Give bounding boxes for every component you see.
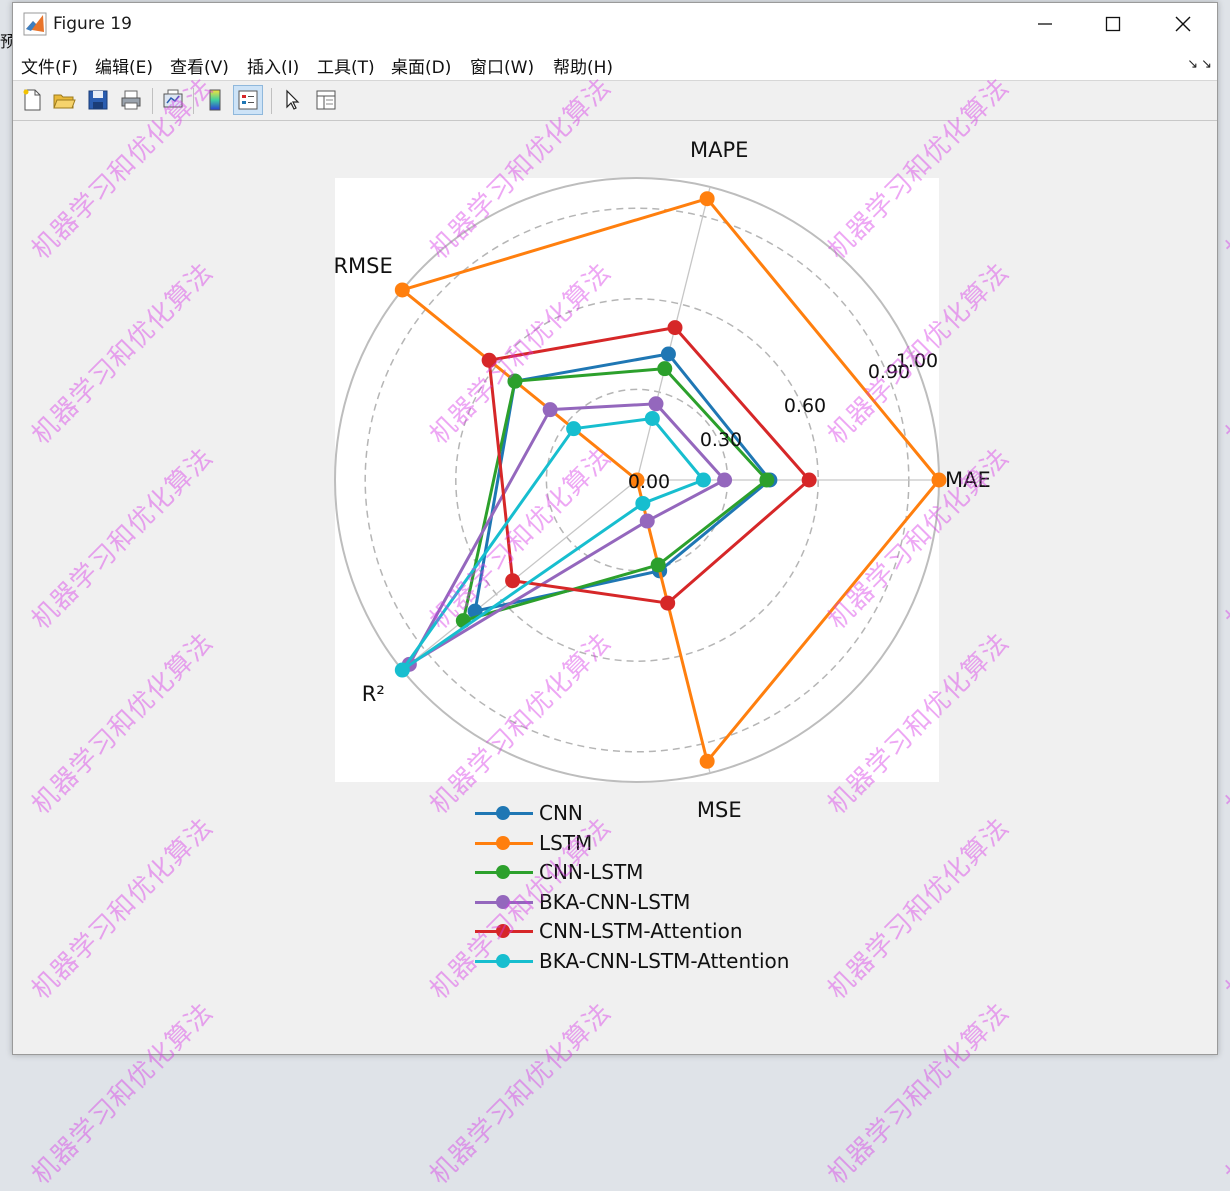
menu-edit[interactable]: 编辑(E): [95, 53, 153, 78]
data-point: [657, 361, 673, 377]
insert-colorbar-button[interactable]: [200, 85, 230, 115]
data-point: [660, 595, 676, 611]
data-point: [394, 282, 410, 298]
menu-window[interactable]: 窗口(W): [470, 53, 534, 78]
insert-legend-icon: [238, 90, 258, 110]
legend-marker: [496, 835, 510, 850]
menu-insert[interactable]: 插入(I): [247, 53, 299, 78]
legend-label: LSTM: [539, 830, 593, 855]
minimize-button[interactable]: [1011, 3, 1079, 45]
data-point: [650, 557, 666, 573]
legend-marker: [496, 894, 510, 909]
save-icon: [88, 90, 108, 110]
window-title: Figure 19: [53, 14, 132, 34]
data-point: [644, 410, 660, 426]
menu-desktop[interactable]: 桌面(D): [391, 53, 451, 78]
menu-view[interactable]: 查看(V): [170, 53, 229, 78]
axis-label: MAE: [945, 468, 991, 492]
data-point: [801, 472, 817, 488]
data-point: [660, 346, 676, 362]
matlab-logo-icon: [23, 12, 47, 36]
maximize-icon: [1105, 16, 1121, 32]
figure-window: Figure 19 文件(F) 编辑(E) 查看(V) 插入(I) 工具(T) …: [12, 2, 1218, 1055]
legend-item-bka-cnn-lstm: BKA-CNN-LSTM: [471, 888, 811, 916]
link-plot-icon: [163, 89, 183, 108]
property-inspector-icon: [316, 90, 336, 110]
radial-tick-label: 0.00: [628, 471, 670, 493]
watermark-text: 机器学习和优化算法: [1220, 72, 1230, 266]
select-pointer-icon: [286, 89, 300, 110]
data-point: [639, 513, 655, 529]
open-file-icon: [53, 94, 76, 109]
menu-help[interactable]: 帮助(H): [553, 53, 613, 78]
data-point: [635, 495, 651, 511]
select-pointer-button[interactable]: [277, 85, 307, 115]
legend-item-cnn: CNN: [471, 799, 811, 827]
data-point: [699, 753, 715, 769]
data-point: [507, 373, 523, 389]
chart-legend[interactable]: CNN LSTM CNN-LSTM BKA-CNN-LSTM CNN-LSTM-: [471, 799, 811, 979]
title-bar[interactable]: Figure 19: [13, 3, 1217, 45]
figure-canvas: 0.00 0.30 0.60 0.90 1.00 MAE MAPE RMSE R² MSE CNN…: [13, 121, 1217, 1054]
print-button[interactable]: [116, 85, 146, 115]
legend-label: CNN-LSTM-Attention: [539, 919, 743, 943]
new-figure-icon: [23, 89, 41, 111]
legend-marker: [496, 865, 510, 879]
menu-bar: 文件(F) 编辑(E) 查看(V) 插入(I) 工具(T) 桌面(D) 窗口(W…: [13, 45, 1217, 81]
legend-label: BKA-CNN-LSTM-Attention: [539, 948, 790, 973]
minimize-icon: [1038, 23, 1052, 25]
background-window-stub: 预: [0, 32, 12, 51]
watermark-text: 机器学习和优化算法: [1220, 997, 1230, 1191]
insert-legend-button[interactable]: [233, 85, 263, 115]
legend-item-lstm: LSTM: [471, 829, 811, 857]
data-point: [699, 191, 715, 207]
legend-item-cnn-lstm-attention: CNN-LSTM-Attention: [471, 917, 811, 945]
radial-tick-label: 1.00: [896, 350, 938, 372]
data-point: [759, 472, 775, 488]
legend-item-cnn-lstm: CNN-LSTM: [471, 858, 811, 886]
figure-toolbar: [13, 81, 1217, 121]
data-point: [695, 472, 711, 488]
watermark-text: 机器学习和优化算法: [1220, 812, 1230, 1006]
menu-file[interactable]: 文件(F): [21, 53, 78, 78]
legend-marker: [496, 806, 510, 820]
save-button[interactable]: [83, 85, 113, 115]
data-point: [648, 396, 664, 412]
open-file-button[interactable]: [49, 85, 79, 115]
data-point: [566, 421, 582, 437]
insert-colorbar-icon: [209, 89, 221, 111]
data-point: [505, 573, 521, 589]
radial-tick-label: 0.30: [700, 429, 742, 451]
new-figure-button[interactable]: [17, 85, 47, 115]
link-plot-button[interactable]: [158, 85, 188, 115]
legend-label: CNN-LSTM: [539, 860, 644, 884]
print-icon: [121, 90, 141, 110]
legend-marker: [496, 953, 510, 968]
data-point: [667, 320, 683, 336]
legend-label: BKA-CNN-LSTM: [539, 889, 691, 914]
menu-dock-arrows[interactable]: ↘↘: [1187, 57, 1215, 72]
legend-marker: [496, 924, 510, 938]
axis-label: RMSE: [333, 254, 392, 278]
maximize-button[interactable]: [1079, 3, 1147, 45]
data-point: [717, 472, 733, 488]
legend-item-bka-cnn-lstm-attention: BKA-CNN-LSTM-Attention: [471, 947, 811, 975]
axis-label: MAPE: [690, 138, 748, 162]
data-point: [481, 352, 497, 368]
close-icon: [1175, 16, 1191, 32]
watermark-text: 机器学习和优化算法: [1220, 627, 1230, 821]
close-button[interactable]: [1149, 3, 1217, 45]
property-inspector-button[interactable]: [311, 85, 341, 115]
data-point: [394, 662, 410, 678]
menu-tools[interactable]: 工具(T): [317, 53, 375, 78]
legend-label: CNN: [539, 801, 583, 825]
axis-label: R²: [362, 682, 385, 706]
data-point: [542, 402, 558, 418]
watermark-text: 机器学习和优化算法: [1220, 442, 1230, 636]
watermark-text: 机器学习和优化算法: [1220, 257, 1230, 451]
radial-tick-label: 0.60: [784, 395, 826, 417]
